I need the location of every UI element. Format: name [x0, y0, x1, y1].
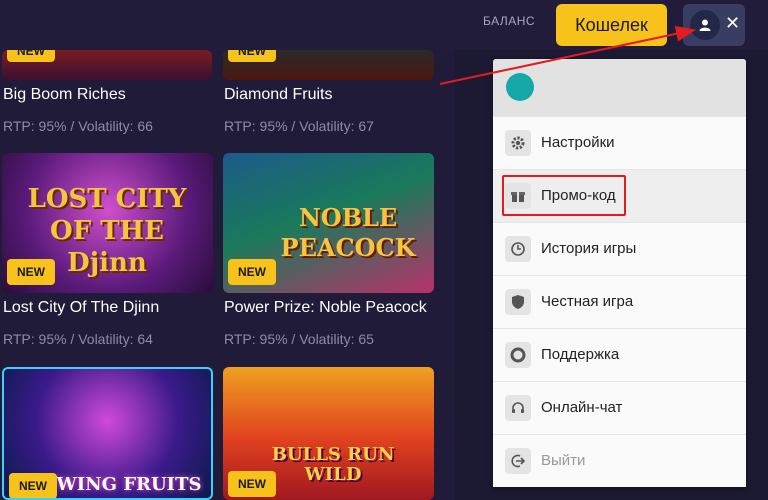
annotation-arrow — [439, 25, 696, 85]
